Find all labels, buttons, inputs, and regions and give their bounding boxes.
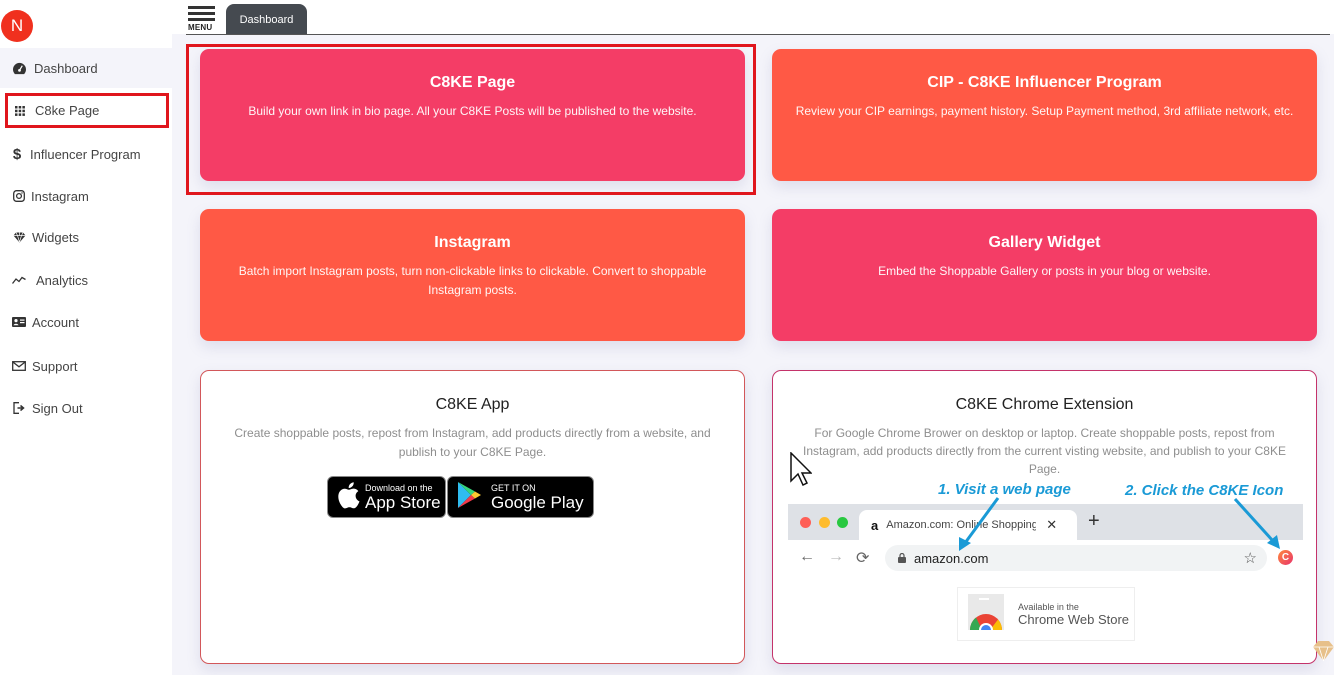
mouse-cursor-icon	[790, 451, 813, 491]
sidebar-item-dashboard[interactable]: Dashboard	[0, 48, 172, 88]
top-bar	[172, 0, 1334, 34]
store-badges: Download on the App Store GET IT ON Goog…	[327, 476, 594, 518]
chrome-web-store-button[interactable]: Available in the Chrome Web Store	[957, 587, 1135, 641]
sidebar-item-support[interactable]: Support	[0, 346, 172, 386]
avatar[interactable]: N	[1, 10, 33, 42]
google-play-small: GET IT ON	[491, 482, 536, 493]
dashboard-gauge-icon	[11, 62, 27, 75]
card-description: Embed the Shoppable Gallery or posts in …	[878, 264, 1211, 278]
sidebar-item-label: Support	[32, 358, 78, 374]
card-title: C8KE App	[435, 396, 510, 413]
selection-highlight	[186, 44, 756, 195]
sign-out-icon	[11, 402, 27, 414]
id-card-icon	[11, 317, 27, 327]
sidebar-item-label: Analytics	[36, 272, 89, 288]
logo-row: N	[0, 0, 172, 48]
app-store-big: App Store	[365, 492, 441, 512]
card-chrome-extension: C8KE Chrome Extension For Google Chrome …	[772, 370, 1317, 664]
arrow-step1	[963, 497, 1000, 544]
grid-icon	[12, 105, 28, 116]
sidebar-item-c8ke-page[interactable]: C8ke Page	[5, 93, 169, 128]
google-play-icon	[457, 481, 483, 514]
dollar-icon: $	[12, 145, 22, 163]
gem-icon	[1313, 640, 1334, 667]
instagram-icon	[11, 190, 27, 202]
sidebar-item-label: C8ke Page	[35, 103, 100, 118]
card-gallery-widget[interactable]: Gallery Widget Embed the Shoppable Galle…	[772, 209, 1317, 341]
google-play-button[interactable]: GET IT ON Google Play	[447, 476, 594, 518]
sidebar-item-sign-out[interactable]: Sign Out	[0, 388, 172, 428]
tab-dashboard[interactable]: Dashboard	[226, 4, 307, 35]
sidebar-item-label: Instagram	[31, 188, 89, 204]
menu-button[interactable]: MENU	[188, 6, 216, 34]
card-description: Create shoppable posts, repost from Inst…	[234, 426, 711, 459]
sidebar-item-label: Widgets	[32, 229, 79, 245]
envelope-icon	[11, 361, 27, 371]
card-title: Instagram	[434, 234, 511, 251]
sidebar-item-instagram[interactable]: Instagram	[0, 176, 172, 216]
apple-icon	[336, 481, 360, 514]
app-store-small: Download on the	[365, 482, 433, 493]
card-c8ke-app: C8KE App Create shoppable posts, repost …	[200, 370, 745, 664]
sidebar-item-influencer-program[interactable]: $ Influencer Program	[0, 134, 172, 174]
divider	[186, 34, 1330, 35]
card-instagram[interactable]: Instagram Batch import Instagram posts, …	[200, 209, 745, 341]
sidebar: N Dashboard C8ke Page $ Influencer Progr…	[0, 0, 172, 675]
card-title: CIP - C8KE Influencer Program	[927, 74, 1162, 91]
app-store-button[interactable]: Download on the App Store	[327, 476, 446, 518]
cws-small: Available in the	[1018, 601, 1079, 612]
chart-line-icon	[11, 276, 27, 284]
sidebar-item-label: Account	[32, 314, 79, 330]
sidebar-item-label: Sign Out	[32, 400, 83, 416]
google-play-big: Google Play	[491, 492, 584, 512]
diamond-icon	[11, 231, 27, 243]
arrow-step2	[1233, 497, 1275, 543]
sidebar-item-label: Influencer Program	[30, 146, 141, 162]
card-title: Gallery Widget	[988, 234, 1101, 251]
cws-big: Chrome Web Store	[1018, 611, 1130, 627]
card-description: Batch import Instagram posts, turn non-c…	[238, 264, 707, 297]
sidebar-item-analytics[interactable]: Analytics	[0, 260, 172, 300]
menu-label: MENU	[188, 23, 213, 32]
sidebar-item-label: Dashboard	[34, 60, 98, 76]
sidebar-item-account[interactable]: Account	[0, 302, 172, 342]
chrome-web-store-icon	[966, 593, 1006, 635]
card-cip-program[interactable]: CIP - C8KE Influencer Program Review you…	[772, 49, 1317, 181]
card-description: Review your CIP earnings, payment histor…	[795, 104, 1294, 118]
sidebar-item-widgets[interactable]: Widgets	[0, 217, 172, 257]
annotation-arrows	[959, 497, 1280, 551]
